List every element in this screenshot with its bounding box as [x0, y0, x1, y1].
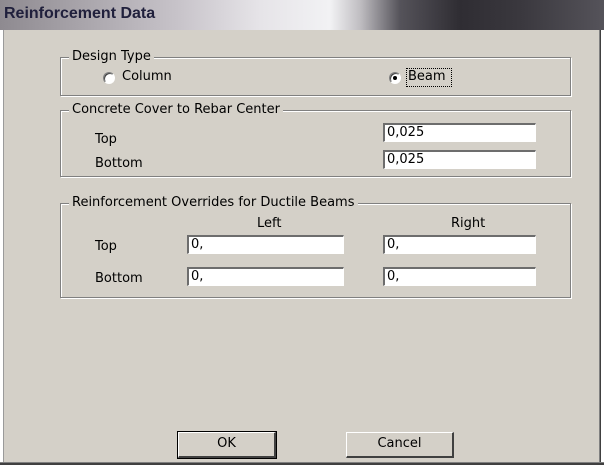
design-type-group: Design Type Column Beam — [60, 49, 571, 96]
window-left-edge — [0, 30, 11, 468]
cancel-button[interactable]: Cancel — [346, 432, 454, 458]
top-right-input[interactable]: 0, — [383, 235, 536, 254]
top-left-input[interactable]: 0, — [187, 235, 344, 254]
overrides-top-label: Top — [95, 239, 117, 254]
column-radio[interactable] — [103, 72, 115, 84]
cover-bottom-input[interactable]: 0,025 — [383, 150, 536, 169]
reinforcement-overrides-group: Reinforcement Overrides for Ductile Beam… — [60, 195, 571, 298]
cover-bottom-label: Bottom — [95, 156, 143, 171]
beam-radio-selected-dot — [393, 76, 397, 80]
overrides-bottom-label: Bottom — [95, 271, 143, 286]
cover-top-label: Top — [95, 132, 117, 147]
ok-button[interactable]: OK — [177, 431, 277, 459]
beam-radio-label[interactable]: Beam — [408, 69, 446, 84]
concrete-cover-group: Concrete Cover to Rebar Center Top 0,025… — [60, 102, 571, 177]
bottom-right-input[interactable]: 0, — [383, 267, 536, 286]
right-column-header: Right — [451, 216, 486, 231]
dialog-window: Reinforcement Data Design Type Column Be… — [0, 0, 604, 468]
left-column-header: Left — [257, 216, 282, 231]
window-bottom-edge — [0, 462, 604, 468]
column-radio-label[interactable]: Column — [122, 69, 172, 84]
cover-top-input[interactable]: 0,025 — [383, 123, 536, 142]
title-bar[interactable]: Reinforcement Data — [0, 0, 604, 30]
concrete-cover-legend: Concrete Cover to Rebar Center — [69, 102, 283, 117]
overrides-legend: Reinforcement Overrides for Ductile Beam… — [69, 195, 358, 210]
window-title: Reinforcement Data — [4, 5, 156, 22]
bottom-left-input[interactable]: 0, — [187, 267, 344, 286]
beam-radio[interactable] — [389, 72, 401, 84]
design-type-legend: Design Type — [69, 49, 154, 64]
window-right-edge — [593, 30, 604, 468]
